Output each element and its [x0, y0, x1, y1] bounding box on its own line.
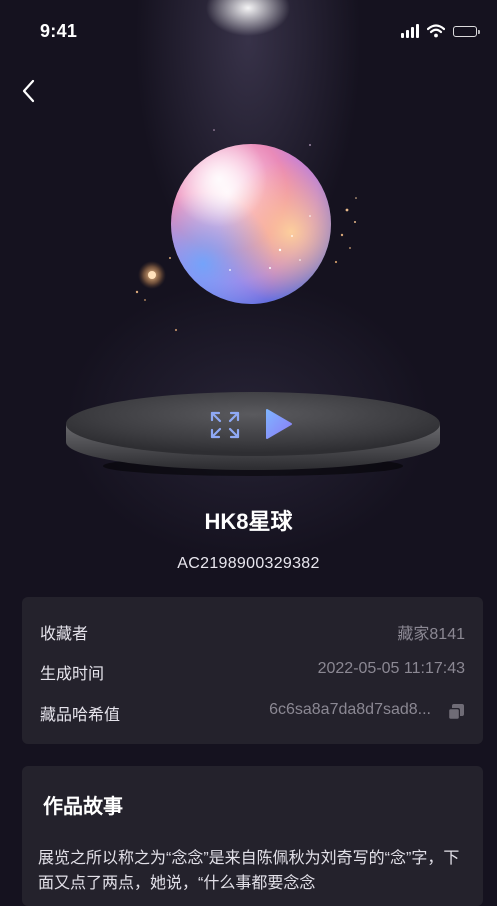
story-card: 作品故事 展览之所以称之为“念念”是来自陈佩秋为刘奇写的“念”字，下面又点了两点… [22, 766, 483, 906]
artwork-title: HK8星球 [204, 509, 293, 534]
info-value: 2022-05-05 11:17:43 [317, 660, 465, 677]
info-row-created-time: 生成时间 2022-05-05 11:17:43 [40, 660, 465, 684]
expand-icon[interactable] [209, 410, 241, 440]
planet-orb [171, 144, 331, 304]
status-time: 9:41 [40, 21, 78, 41]
info-value: 6c6sa8a7da8d7sad8... [269, 701, 431, 718]
copy-icon[interactable] [447, 703, 465, 721]
story-title: 作品故事 [43, 796, 123, 818]
status-icons [401, 22, 480, 40]
artwork-serial: AC2198900329382 [177, 555, 320, 572]
play-icon[interactable] [263, 408, 293, 440]
info-label: 收藏者 [40, 626, 89, 643]
info-row-collector: 收藏者 藏家8141 [40, 620, 465, 644]
display-platform [66, 392, 440, 476]
info-label: 藏品哈希值 [40, 707, 121, 724]
info-row-hash: 藏品哈希值 6c6sa8a7da8d7sad8... [40, 701, 465, 725]
wifi-icon [427, 24, 445, 38]
story-text: 展览之所以称之为“念念”是来自陈佩秋为刘奇写的“念”字，下面又点了两点，她说，“… [38, 850, 460, 892]
info-label: 生成时间 [40, 666, 105, 683]
signal-icon [401, 24, 419, 38]
back-button[interactable] [14, 76, 44, 106]
info-card: 收藏者 藏家8141 生成时间 2022-05-05 11:17:43 藏品哈希… [22, 597, 483, 744]
battery-icon [453, 25, 480, 37]
info-value: 藏家8141 [397, 626, 465, 643]
status-bar: 9:41 [0, 0, 497, 62]
